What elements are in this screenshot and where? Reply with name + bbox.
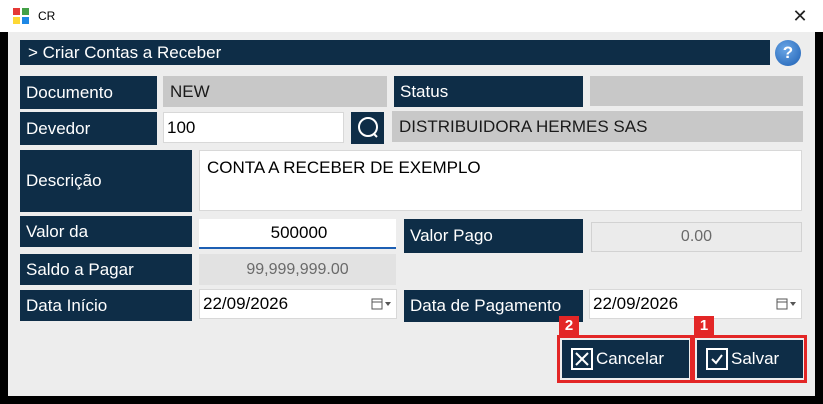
window-title: CR [38,9,56,23]
status-field [590,76,803,106]
window-border-left [0,32,8,404]
status-label: Status [394,76,583,107]
devedor-name-field: DISTRIBUIDORA HERMES SAS [392,111,803,142]
calendar-dropdown-icon [776,298,796,310]
close-window-button[interactable]: ✕ [777,0,823,32]
window-border-right [815,32,823,404]
save-check-icon [706,348,728,370]
search-devedor-button[interactable] [351,112,384,144]
devedor-input[interactable]: 100 [163,112,344,143]
app-logo-icon [13,8,29,24]
valor-pago-label: Valor Pago [404,219,583,253]
valor-input[interactable]: 500000 [199,219,396,249]
data-pagamento-value: 22/09/2026 [593,294,679,313]
saldo-field: 99,999,999.00 [199,254,396,285]
data-inicio-dropdown[interactable] [368,290,396,318]
title-bar: CR ✕ [0,0,823,32]
data-inicio-value: 22/09/2026 [203,294,289,313]
save-button-label: Salvar [731,349,780,368]
search-icon [357,117,378,138]
cancel-badge: 2 [559,316,579,336]
form-header: > Criar Contas a Receber [20,40,770,65]
valor-label: Valor da [20,216,192,247]
save-badge: 1 [694,316,714,336]
descricao-label: Descrição [20,150,192,212]
descricao-textarea[interactable]: CONTA A RECEBER DE EXEMPLO [199,150,802,211]
valor-pago-field: 0.00 [591,222,802,252]
cancel-button[interactable]: Cancelar [562,340,689,378]
data-pagamento-dropdown[interactable] [773,290,801,318]
save-button[interactable]: Salvar [697,340,803,378]
documento-label: Documento [20,76,157,109]
calendar-dropdown-icon [371,298,391,310]
documento-field: NEW [163,76,387,107]
window-border-bottom [0,396,823,404]
help-icon[interactable]: ? [775,40,801,66]
data-pagamento-label: Data de Pagamento [404,290,583,322]
devedor-label: Devedor [20,112,157,145]
data-inicio-label: Data Início [20,290,192,321]
saldo-label: Saldo a Pagar [20,254,192,285]
cancel-button-label: Cancelar [596,349,665,368]
data-pagamento-picker[interactable]: 22/09/2026 [589,289,802,319]
close-icon: ✕ [792,5,808,26]
cancel-x-icon [571,348,593,370]
